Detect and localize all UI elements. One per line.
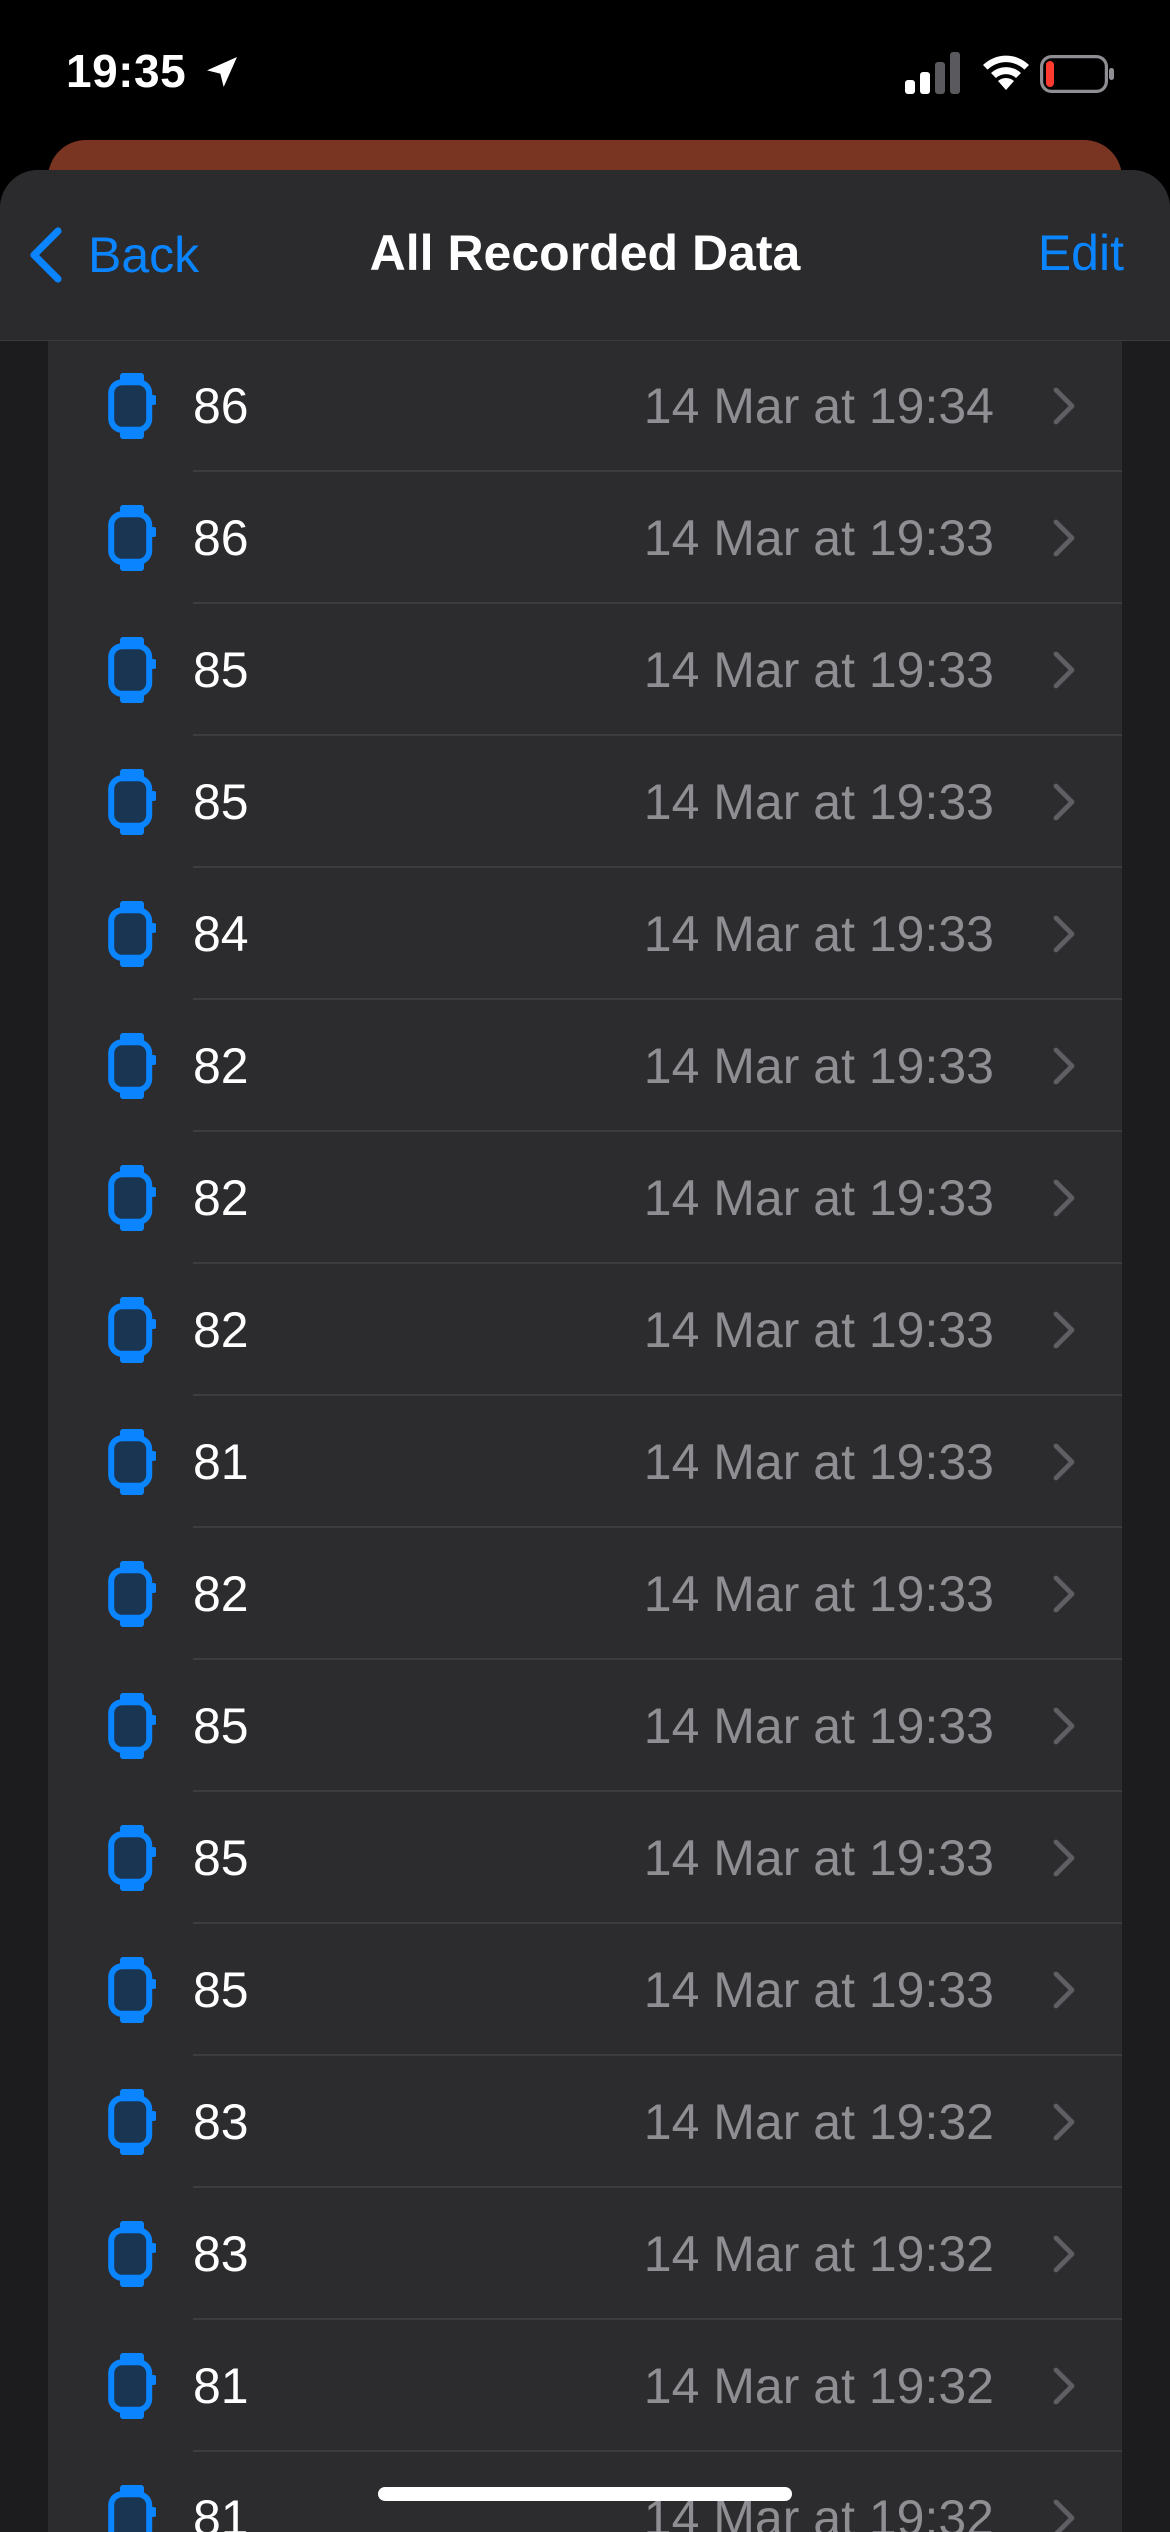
record-date: 14 Mar at 19:32: [643, 2358, 994, 2414]
apple-watch-icon: [108, 1165, 156, 1231]
record-row[interactable]: 81 14 Mar at 19:32: [48, 2320, 1122, 2452]
home-indicator[interactable]: [378, 2487, 792, 2501]
record-row[interactable]: 86 14 Mar at 19:34: [48, 340, 1122, 472]
page-title: All Recorded Data: [369, 225, 801, 281]
apple-watch-icon: [108, 373, 156, 439]
chevron-right-icon: [1053, 1575, 1075, 1613]
record-value: 83: [193, 2094, 249, 2150]
chevron-right-icon: [1053, 1707, 1075, 1745]
record-row[interactable]: 85 14 Mar at 19:33: [48, 736, 1122, 868]
record-row[interactable]: 81 14 Mar at 19:33: [48, 1396, 1122, 1528]
record-value: 82: [193, 1038, 249, 1094]
location-arrow-icon: [207, 57, 237, 87]
record-value: 83: [193, 2226, 249, 2282]
chevron-right-icon: [1053, 1443, 1075, 1481]
record-date: 14 Mar at 19:33: [643, 1830, 994, 1886]
record-date: 14 Mar at 19:33: [643, 1698, 994, 1754]
record-date: 14 Mar at 19:33: [643, 642, 994, 698]
chevron-right-icon: [1053, 1839, 1075, 1877]
record-row[interactable]: 82 14 Mar at 19:33: [48, 1000, 1122, 1132]
chevron-right-icon: [1053, 387, 1075, 425]
record-row[interactable]: 85 14 Mar at 19:33: [48, 1660, 1122, 1792]
record-date: 14 Mar at 19:33: [643, 510, 994, 566]
chevron-right-icon: [1053, 2103, 1075, 2141]
apple-watch-icon: [108, 1561, 156, 1627]
apple-watch-icon: [108, 1957, 156, 2023]
chevron-right-icon: [1053, 2367, 1075, 2405]
chevron-right-icon: [1053, 915, 1075, 953]
record-value: 82: [193, 1170, 249, 1226]
record-date: 14 Mar at 19:32: [643, 2094, 994, 2150]
record-row[interactable]: 84 14 Mar at 19:33: [48, 868, 1122, 1000]
record-date: 14 Mar at 19:33: [643, 1434, 994, 1490]
chevron-right-icon: [1053, 651, 1075, 689]
chevron-right-icon: [1053, 1971, 1075, 2009]
record-date: 14 Mar at 19:33: [643, 1170, 994, 1226]
apple-watch-icon: [108, 505, 156, 571]
edit-button[interactable]: Edit: [1038, 224, 1124, 282]
record-row[interactable]: 82 14 Mar at 19:33: [48, 1528, 1122, 1660]
navigation-bar: Back All Recorded Data Edit: [0, 170, 1170, 341]
records-list: 86 14 Mar at 19:34 86 14 Mar at 19:33 85…: [48, 340, 1122, 2532]
apple-watch-icon: [108, 901, 156, 967]
record-row[interactable]: 85 14 Mar at 19:33: [48, 604, 1122, 736]
record-value: 81: [193, 1434, 249, 1490]
record-value: 86: [193, 378, 249, 434]
cellular-signal-icon: [905, 52, 960, 94]
record-row[interactable]: 83 14 Mar at 19:32: [48, 2188, 1122, 2320]
apple-watch-icon: [108, 1429, 156, 1495]
record-value: 86: [193, 510, 249, 566]
record-value: 81: [193, 2358, 249, 2414]
chevron-right-icon: [1053, 1047, 1075, 1085]
apple-watch-icon: [108, 2089, 156, 2155]
apple-watch-icon: [108, 1825, 156, 1891]
apple-watch-icon: [108, 2353, 156, 2419]
status-bar: 19:35: [0, 0, 1170, 150]
record-date: 14 Mar at 19:33: [643, 1962, 994, 2018]
record-date: 14 Mar at 19:34: [643, 378, 994, 434]
chevron-right-icon: [1053, 2235, 1075, 2273]
battery-low-icon: [1040, 55, 1114, 93]
record-date: 14 Mar at 19:33: [643, 774, 994, 830]
apple-watch-icon: [108, 2485, 156, 2532]
record-value: 82: [193, 1302, 249, 1358]
record-value: 85: [193, 1962, 249, 2018]
record-date: 14 Mar at 19:33: [643, 1302, 994, 1358]
record-date: 14 Mar at 19:32: [643, 2226, 994, 2282]
chevron-right-icon: [1053, 2499, 1075, 2532]
record-value: 85: [193, 774, 249, 830]
status-time: 19:35: [66, 45, 187, 97]
apple-watch-icon: [108, 1297, 156, 1363]
chevron-right-icon: [1053, 1179, 1075, 1217]
record-value: 84: [193, 906, 249, 962]
record-row[interactable]: 85 14 Mar at 19:33: [48, 1792, 1122, 1924]
record-row[interactable]: 82 14 Mar at 19:33: [48, 1132, 1122, 1264]
record-row[interactable]: 82 14 Mar at 19:33: [48, 1264, 1122, 1396]
record-row[interactable]: 86 14 Mar at 19:33: [48, 472, 1122, 604]
apple-watch-icon: [108, 769, 156, 835]
chevron-right-icon: [1053, 1311, 1075, 1349]
record-value: 81: [193, 2490, 249, 2532]
wifi-icon: [983, 55, 1029, 90]
record-row[interactable]: 85 14 Mar at 19:33: [48, 1924, 1122, 2056]
chevron-right-icon: [1053, 783, 1075, 821]
chevron-right-icon: [1053, 519, 1075, 557]
record-date: 14 Mar at 19:33: [643, 906, 994, 962]
apple-watch-icon: [108, 1693, 156, 1759]
record-row[interactable]: 83 14 Mar at 19:32: [48, 2056, 1122, 2188]
record-value: 82: [193, 1566, 249, 1622]
apple-watch-icon: [108, 2221, 156, 2287]
record-value: 85: [193, 1698, 249, 1754]
record-date: 14 Mar at 19:33: [643, 1038, 994, 1094]
apple-watch-icon: [108, 637, 156, 703]
apple-watch-icon: [108, 1033, 156, 1099]
record-value: 85: [193, 642, 249, 698]
record-date: 14 Mar at 19:33: [643, 1566, 994, 1622]
record-value: 85: [193, 1830, 249, 1886]
